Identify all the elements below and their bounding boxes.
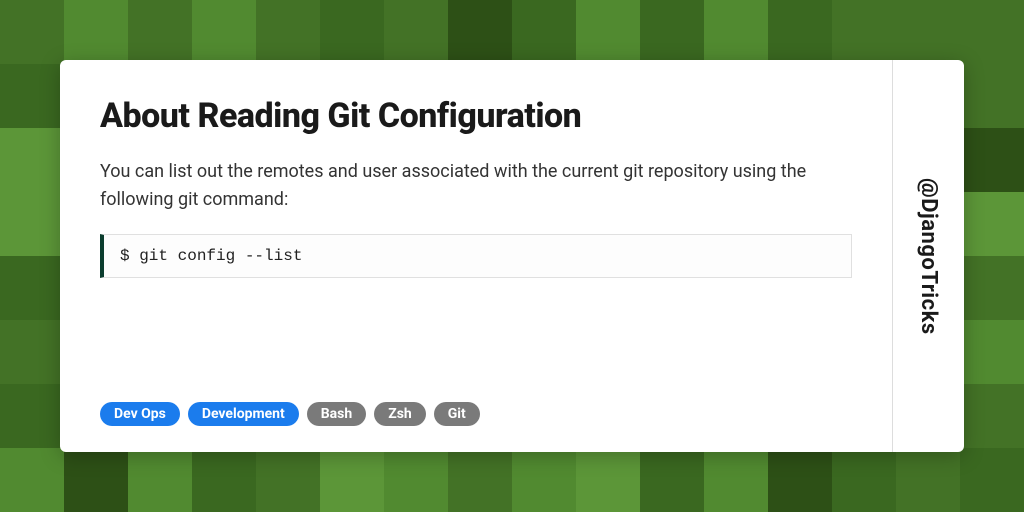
tag: Development xyxy=(188,402,299,426)
code-block: $ git config --list xyxy=(100,234,852,278)
card-main: About Reading Git Configuration You can … xyxy=(60,60,892,452)
tag: Zsh xyxy=(374,402,426,426)
content-card: About Reading Git Configuration You can … xyxy=(60,60,964,452)
handle-sidebar: @DjangoTricks xyxy=(892,60,964,452)
tag-list: Dev Ops Development Bash Zsh Git xyxy=(100,402,480,426)
description-text: You can list out the remotes and user as… xyxy=(100,158,852,214)
tag: Git xyxy=(434,402,480,426)
page-title: About Reading Git Configuration xyxy=(100,96,852,136)
author-handle: @DjangoTricks xyxy=(916,178,941,335)
tag: Bash xyxy=(307,402,366,426)
tag: Dev Ops xyxy=(100,402,180,426)
